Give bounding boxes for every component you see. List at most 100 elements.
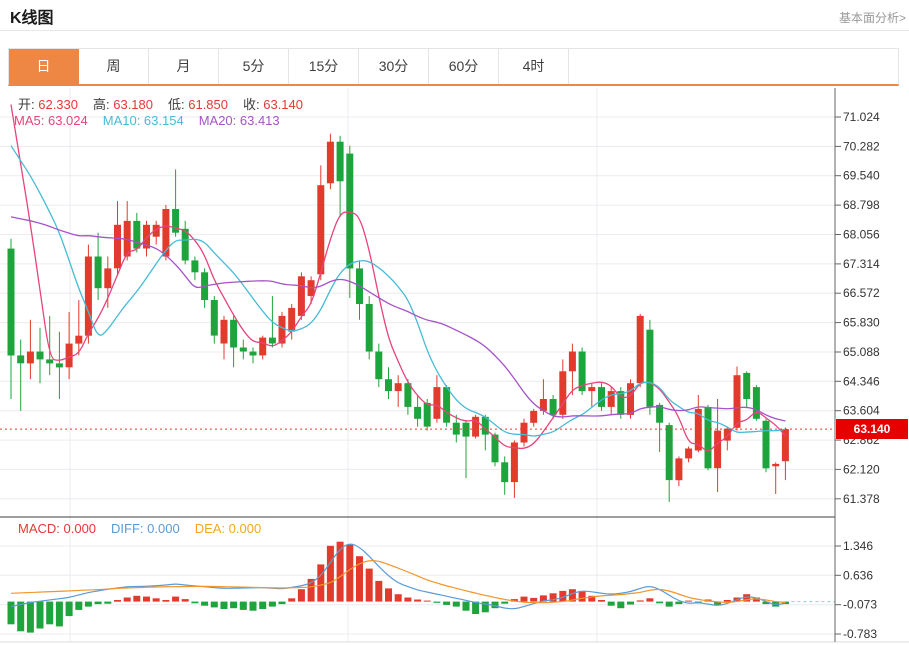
candle-down xyxy=(414,407,421,419)
macd-bar-positive xyxy=(637,600,644,601)
candle-down xyxy=(250,352,257,356)
macd-bar-positive xyxy=(298,589,305,601)
macd-bar-negative xyxy=(453,602,460,607)
close-value: 63.140 xyxy=(263,97,303,112)
high-label: 高: xyxy=(93,97,113,112)
macd-bar-negative xyxy=(66,602,73,617)
candle-up xyxy=(114,225,121,268)
candle-up xyxy=(675,458,682,480)
candle-up xyxy=(317,185,324,274)
candle-up xyxy=(521,423,528,443)
macd-bar-positive xyxy=(724,600,731,602)
candle-down xyxy=(46,359,53,363)
candle-up xyxy=(104,268,111,288)
candle-up xyxy=(75,336,82,344)
candle-down xyxy=(550,399,557,415)
macd-bar-negative xyxy=(666,602,673,607)
ma20-label: MA20: xyxy=(199,113,240,128)
candle-down xyxy=(8,249,15,356)
candle-up xyxy=(433,387,440,419)
price-axis-label: 63.604 xyxy=(843,404,880,418)
candle-up xyxy=(395,383,402,391)
candle-up xyxy=(221,320,228,344)
candle-down xyxy=(346,154,353,269)
macd-bar-negative xyxy=(95,602,102,605)
macd-bar-positive xyxy=(124,598,131,602)
candle-down xyxy=(666,425,673,480)
high-value: 63.180 xyxy=(113,97,153,112)
candle-up xyxy=(66,344,73,368)
macd-bar-negative xyxy=(211,602,218,608)
macd-axis-label: -0.783 xyxy=(843,627,877,641)
macd-bar-positive xyxy=(162,600,169,602)
macd-bar-negative xyxy=(17,602,24,632)
candle-down xyxy=(743,373,750,399)
candle-up xyxy=(772,464,779,466)
macd-bar-negative xyxy=(104,602,111,604)
price-axis-label: 71.024 xyxy=(843,110,880,124)
macd-bar-positive xyxy=(153,598,160,601)
macd-bar-negative xyxy=(201,602,208,606)
macd-bar-positive xyxy=(375,581,382,602)
open-label: 开: xyxy=(18,97,38,112)
candle-down xyxy=(337,142,344,182)
macd-bar-negative xyxy=(608,602,615,606)
macd-bar-negative xyxy=(37,602,44,629)
open-legend-item: 开: 62.330 xyxy=(18,97,78,112)
ma20-legend-item: MA20: 63.413 xyxy=(199,113,280,128)
macd-bar-positive xyxy=(404,598,411,602)
candle-down xyxy=(191,260,198,272)
macd-bar-positive xyxy=(288,598,295,601)
macd-bar-positive xyxy=(327,546,334,602)
dea-value: 0.000 xyxy=(229,521,262,536)
macd-bar-negative xyxy=(46,602,53,625)
macd-label: MACD: xyxy=(18,521,64,536)
macd-bar-negative xyxy=(250,602,257,611)
price-axis-label: 66.572 xyxy=(843,286,880,300)
open-value: 62.330 xyxy=(38,97,78,112)
macd-bar-negative xyxy=(85,602,92,607)
candle-up xyxy=(530,411,537,423)
candle-down xyxy=(133,221,140,249)
macd-bar-negative xyxy=(472,602,479,614)
macd-bar-negative xyxy=(8,602,15,625)
low-legend-item: 低: 61.850 xyxy=(168,97,228,112)
candle-up xyxy=(714,431,721,469)
price-axis-label: 64.346 xyxy=(843,374,880,388)
price-axis-label: 68.798 xyxy=(843,198,880,212)
ma5-label: MA5: xyxy=(14,113,48,128)
macd-bar-positive xyxy=(424,601,431,602)
candle-down xyxy=(443,387,450,423)
macd-bar-positive xyxy=(133,596,140,602)
candle-up xyxy=(298,276,305,316)
candle-up xyxy=(259,338,266,356)
macd-bar-positive xyxy=(346,545,353,602)
close-legend-item: 收: 63.140 xyxy=(243,97,303,112)
macd-axis-label: -0.073 xyxy=(843,598,877,612)
ma10-legend-item: MA10: 63.154 xyxy=(103,113,184,128)
dea-label: DEA: xyxy=(195,521,229,536)
macd-bar-positive xyxy=(337,542,344,602)
kline-widget: K线图 基本面分析> 日周月5分15分30分60分4时 71.02470.282… xyxy=(0,0,909,645)
candle-down xyxy=(463,423,470,437)
macd-legend-item: MACD: 0.000 xyxy=(18,521,96,536)
macd-bar-negative xyxy=(279,602,286,605)
candle-up xyxy=(637,316,644,383)
macd-bar-positive xyxy=(646,598,653,601)
high-legend-item: 高: 63.180 xyxy=(93,97,153,112)
candle-down xyxy=(501,462,508,482)
diff-legend-item: DIFF: 0.000 xyxy=(111,521,180,536)
low-value: 61.850 xyxy=(188,97,228,112)
candle-up xyxy=(85,257,92,336)
candle-down xyxy=(705,407,712,468)
ma10-value: 63.154 xyxy=(144,113,184,128)
macd-bar-positive xyxy=(685,601,692,602)
candle-down xyxy=(269,338,276,344)
candle-up xyxy=(588,387,595,391)
price-axis-label: 61.378 xyxy=(843,492,880,506)
candle-down xyxy=(424,403,431,427)
candle-up xyxy=(734,375,741,428)
macd-bar-positive xyxy=(598,600,605,602)
macd-bar-negative xyxy=(627,602,634,605)
macd-bar-negative xyxy=(56,602,63,627)
